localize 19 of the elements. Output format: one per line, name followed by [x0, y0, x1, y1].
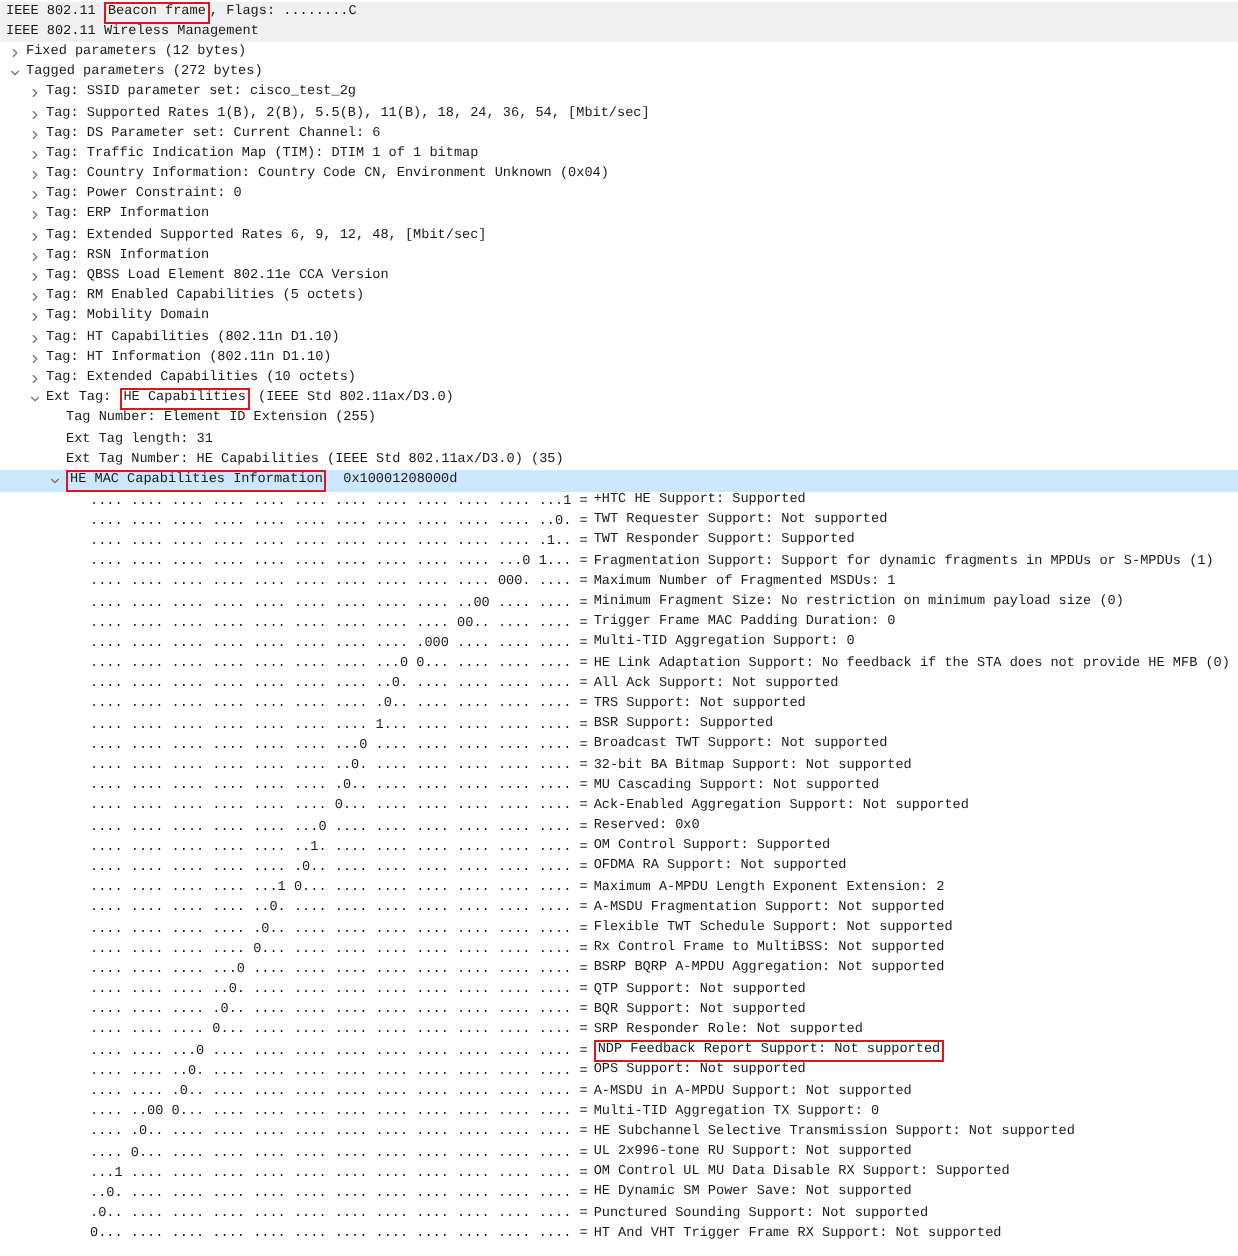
expand-icon[interactable] [28, 147, 42, 162]
collapse-icon[interactable] [48, 473, 62, 488]
expand-icon[interactable] [28, 188, 42, 203]
expand-icon[interactable] [28, 229, 42, 244]
expand-icon[interactable] [28, 351, 42, 366]
expand-icon[interactable] [28, 290, 42, 305]
expand-icon[interactable] [28, 249, 42, 264]
collapse-icon[interactable] [8, 66, 22, 81]
expand-icon[interactable] [8, 45, 22, 60]
expand-icon[interactable] [28, 371, 42, 386]
expand-icon[interactable] [28, 208, 42, 223]
expand-icon[interactable] [28, 331, 42, 346]
expand-icon[interactable] [28, 107, 42, 122]
expand-icon[interactable] [28, 310, 42, 325]
expand-icon[interactable] [28, 270, 42, 285]
expand-icon[interactable] [28, 86, 42, 101]
expand-icon[interactable] [28, 168, 42, 183]
collapse-icon[interactable] [28, 392, 42, 407]
expand-icon[interactable] [28, 127, 42, 142]
